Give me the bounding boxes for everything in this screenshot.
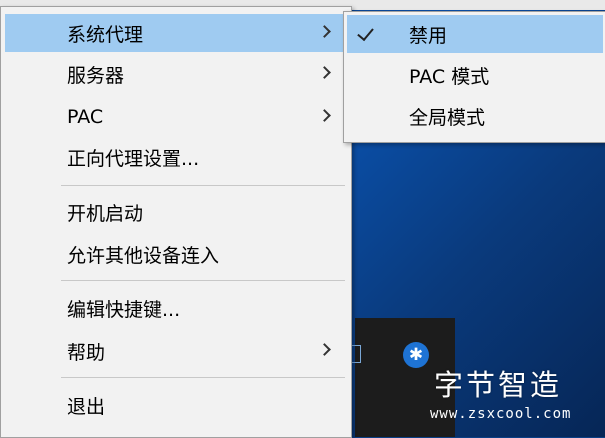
menu-item-pac[interactable]: PAC — [5, 98, 347, 136]
menu-item-label: 系统代理 — [67, 23, 144, 46]
menu-item-edit-hotkeys[interactable]: 编辑快捷键... — [5, 289, 347, 327]
context-menu: 系统代理 服务器 PAC 正向代理设置... 开机启动 允许其他设备连入 编辑快… — [0, 6, 352, 438]
menu-item-quit[interactable]: 退出 — [5, 386, 347, 424]
menu-item-label: 开机启动 — [67, 202, 144, 225]
menu-item-help[interactable]: 帮助 — [5, 332, 347, 370]
menu-item-label: 正向代理设置... — [67, 147, 200, 170]
chevron-right-icon — [318, 343, 331, 356]
menu-item-label: PAC — [67, 106, 104, 128]
menu-separator — [61, 377, 345, 378]
bluetooth-icon[interactable]: ✱ — [403, 342, 429, 368]
submenu-item-global-mode[interactable]: 全局模式 — [347, 97, 603, 135]
submenu-item-label: 禁用 — [409, 24, 448, 47]
watermark-title: 字节智造 — [434, 368, 563, 402]
menu-item-label: 服务器 — [67, 64, 125, 87]
system-proxy-submenu: 禁用 PAC 模式 全局模式 — [343, 11, 605, 143]
menu-item-label: 退出 — [67, 395, 106, 418]
watermark: 字节智造 www.zsxcool.com — [430, 368, 605, 428]
submenu-item-disabled[interactable]: 禁用 — [347, 15, 603, 53]
chevron-right-icon — [318, 25, 331, 38]
chevron-right-icon — [318, 66, 331, 79]
submenu-item-label: PAC 模式 — [409, 65, 490, 88]
menu-item-label: 帮助 — [67, 341, 106, 364]
chevron-right-icon — [318, 109, 331, 122]
menu-item-system-proxy[interactable]: 系统代理 — [5, 14, 347, 52]
menu-separator — [61, 280, 345, 281]
menu-item-label: 允许其他设备连入 — [67, 244, 220, 267]
menu-item-servers[interactable]: 服务器 — [5, 55, 347, 93]
checkmark-icon — [357, 23, 374, 42]
submenu-item-label: 全局模式 — [409, 106, 486, 129]
menu-item-forward-proxy-settings[interactable]: 正向代理设置... — [5, 138, 347, 176]
watermark-url: www.zsxcool.com — [430, 406, 572, 422]
menu-item-allow-other-devices[interactable]: 允许其他设备连入 — [5, 235, 347, 273]
submenu-item-pac-mode[interactable]: PAC 模式 — [347, 56, 603, 94]
menu-item-start-on-boot[interactable]: 开机启动 — [5, 193, 347, 231]
menu-separator — [61, 185, 345, 186]
menu-item-label: 编辑快捷键... — [67, 298, 181, 321]
